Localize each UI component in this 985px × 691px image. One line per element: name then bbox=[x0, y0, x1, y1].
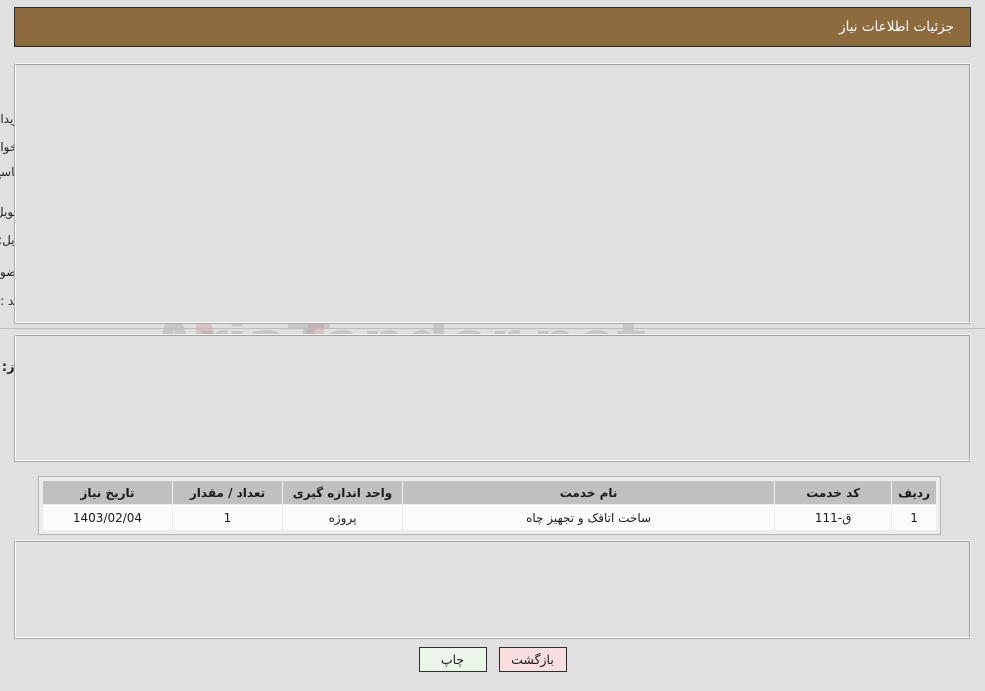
col-code: کد خدمت bbox=[774, 480, 893, 505]
page-title: جزئیات اطلاعات نیاز bbox=[839, 19, 954, 35]
col-qty: تعداد / مقدار bbox=[172, 480, 283, 505]
cell-code: ق-111 bbox=[774, 504, 893, 531]
cell-date: 1403/02/04 bbox=[42, 504, 173, 531]
description-panel bbox=[14, 334, 971, 462]
page-root: AriaTender.net جزئیات اطلاعات نیاز شماره… bbox=[0, 0, 985, 691]
buyer-remarks-panel bbox=[14, 540, 971, 639]
table-row: 1 ق-111 ساخت اتاقک و تجهیز چاه پروژه 1 1… bbox=[42, 504, 937, 531]
col-name: نام خدمت bbox=[401, 480, 776, 505]
table-header-row: ردیف کد خدمت نام خدمت واحد اندازه گیری ت… bbox=[42, 480, 937, 505]
print-button[interactable]: چاپ bbox=[418, 647, 487, 672]
cell-row: 1 bbox=[891, 504, 937, 531]
page-title-bar: جزئیات اطلاعات نیاز bbox=[14, 7, 971, 47]
need-info-panel bbox=[14, 63, 971, 324]
back-button[interactable]: بازگشت bbox=[498, 647, 567, 672]
services-table: ردیف کد خدمت نام خدمت واحد اندازه گیری ت… bbox=[42, 480, 937, 531]
cell-qty: 1 bbox=[172, 504, 283, 531]
col-unit: واحد اندازه گیری bbox=[282, 480, 403, 505]
cell-unit: پروژه bbox=[282, 504, 403, 531]
services-table-container: ردیف کد خدمت نام خدمت واحد اندازه گیری ت… bbox=[38, 476, 941, 535]
col-row: ردیف bbox=[891, 480, 937, 505]
col-date: تاریخ نیاز bbox=[42, 480, 173, 505]
cell-name: ساخت اتاقک و تجهیز چاه bbox=[401, 504, 776, 531]
action-button-row: بازگشت چاپ bbox=[0, 647, 985, 672]
